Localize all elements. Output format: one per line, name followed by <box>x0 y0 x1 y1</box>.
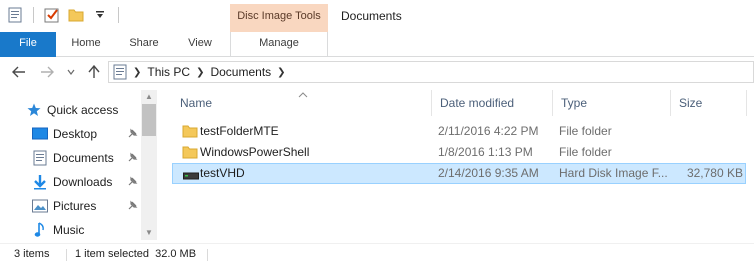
vhd-icon <box>183 169 199 183</box>
toolbar-separator <box>118 7 119 23</box>
title-bar: Disc Image Tools Documents <box>0 0 754 32</box>
nav-pane-scrollbar[interactable]: ▲ ▼ <box>141 90 157 240</box>
toolbar-separator <box>33 7 34 23</box>
table-row-selected[interactable]: testVHD 2/14/2016 9:35 AM Hard Disk Imag… <box>172 163 746 184</box>
nav-item-music[interactable]: Music <box>32 219 140 241</box>
column-header-date-modified[interactable]: Date modified <box>432 90 553 116</box>
new-folder-icon[interactable] <box>67 6 85 24</box>
file-size <box>677 121 743 142</box>
column-header-name[interactable]: Name <box>172 90 432 116</box>
breadcrumb-chevron-icon[interactable]: ❯ <box>277 67 285 78</box>
recent-locations-chevron-icon[interactable] <box>62 63 80 81</box>
scroll-up-arrow-icon[interactable]: ▲ <box>145 93 153 101</box>
music-icon <box>32 222 48 238</box>
file-size: 32,780 KB <box>686 166 743 180</box>
nav-item-downloads[interactable]: Downloads <box>32 171 140 193</box>
scrollbar-thumb[interactable] <box>142 104 156 136</box>
column-header-size[interactable]: Size <box>671 90 747 116</box>
nav-item-label: Music <box>53 223 85 237</box>
tab-manage[interactable]: Manage <box>230 32 328 56</box>
address-bar[interactable]: ❯ This PC ❯ Documents ❯ <box>108 61 754 83</box>
tab-view[interactable]: View <box>176 32 224 56</box>
pin-icon[interactable] <box>126 200 138 212</box>
window-title: Documents <box>341 9 402 23</box>
tab-home[interactable]: Home <box>60 32 112 56</box>
pin-icon[interactable] <box>126 128 138 140</box>
customize-dropdown-icon[interactable] <box>91 6 109 24</box>
pin-icon[interactable] <box>126 176 138 188</box>
file-date-modified: 1/8/2016 1:13 PM <box>438 145 533 159</box>
tab-file[interactable]: File <box>0 32 56 57</box>
context-tab-group-label: Disc Image Tools <box>237 10 321 22</box>
pin-icon[interactable] <box>126 152 138 164</box>
file-date-modified: 2/11/2016 4:22 PM <box>438 124 539 138</box>
status-bar: 3 items 1 item selected 32.0 MB <box>0 243 754 265</box>
status-divider <box>66 249 67 261</box>
nav-item-label: Downloads <box>53 175 113 189</box>
table-row[interactable]: testFolderMTE 2/11/2016 4:22 PM File fol… <box>172 121 746 142</box>
folder-icon <box>182 124 198 138</box>
desktop-icon <box>32 126 48 142</box>
this-pc-location-icon <box>113 64 127 80</box>
nav-item-label: Desktop <box>53 127 98 141</box>
status-selection: 1 item selected 32.0 MB <box>75 248 197 260</box>
nav-item-documents[interactable]: Documents <box>32 147 140 169</box>
up-arrow-icon[interactable] <box>85 63 103 81</box>
back-arrow-icon[interactable] <box>10 63 28 81</box>
breadcrumb-this-pc[interactable]: This PC <box>147 65 190 79</box>
table-row[interactable]: WindowsPowerShell 1/8/2016 1:13 PM File … <box>172 142 746 163</box>
downloads-icon <box>32 174 48 190</box>
nav-item-pictures[interactable]: Pictures <box>32 195 140 217</box>
file-type: Hard Disk Image F... <box>559 166 668 180</box>
file-type: File folder <box>559 145 612 159</box>
file-name: testFolderMTE <box>200 124 279 138</box>
nav-item-label: Pictures <box>53 199 97 213</box>
file-type: File folder <box>559 124 612 138</box>
column-header-type[interactable]: Type <box>553 90 671 116</box>
properties-icon[interactable] <box>6 6 24 24</box>
file-name: testVHD <box>200 166 245 180</box>
quick-access-toolbar <box>6 6 122 24</box>
file-date-modified: 2/14/2016 9:35 AM <box>438 166 539 180</box>
scroll-down-arrow-icon[interactable]: ▼ <box>145 229 153 237</box>
navigation-bar: ❯ This PC ❯ Documents ❯ <box>0 58 754 86</box>
documents-icon <box>32 150 48 166</box>
tab-share[interactable]: Share <box>118 32 170 56</box>
forward-arrow-icon[interactable] <box>38 63 56 81</box>
breadcrumb-chevron-icon[interactable]: ❯ <box>133 67 141 78</box>
file-name: WindowsPowerShell <box>200 145 310 159</box>
file-size <box>677 142 743 163</box>
star-icon <box>26 102 42 118</box>
status-divider <box>207 249 208 261</box>
nav-item-label: Quick access <box>47 103 119 117</box>
nav-item-desktop[interactable]: Desktop <box>32 123 140 145</box>
breadcrumb-chevron-icon[interactable]: ❯ <box>196 67 204 78</box>
status-item-count: 3 items <box>14 248 50 260</box>
pictures-icon <box>32 198 48 214</box>
nav-item-label: Documents <box>53 151 114 165</box>
breadcrumb-documents[interactable]: Documents <box>210 65 271 79</box>
ribbon-tabs: File Home Share View Manage <box>0 32 754 57</box>
file-list: Name Date modified Type Size testFolderM… <box>172 90 754 240</box>
folder-icon <box>182 145 198 159</box>
navigation-pane: Quick access Desktop Documents Downloads <box>0 90 158 240</box>
checkmark-properties-icon[interactable] <box>43 6 61 24</box>
